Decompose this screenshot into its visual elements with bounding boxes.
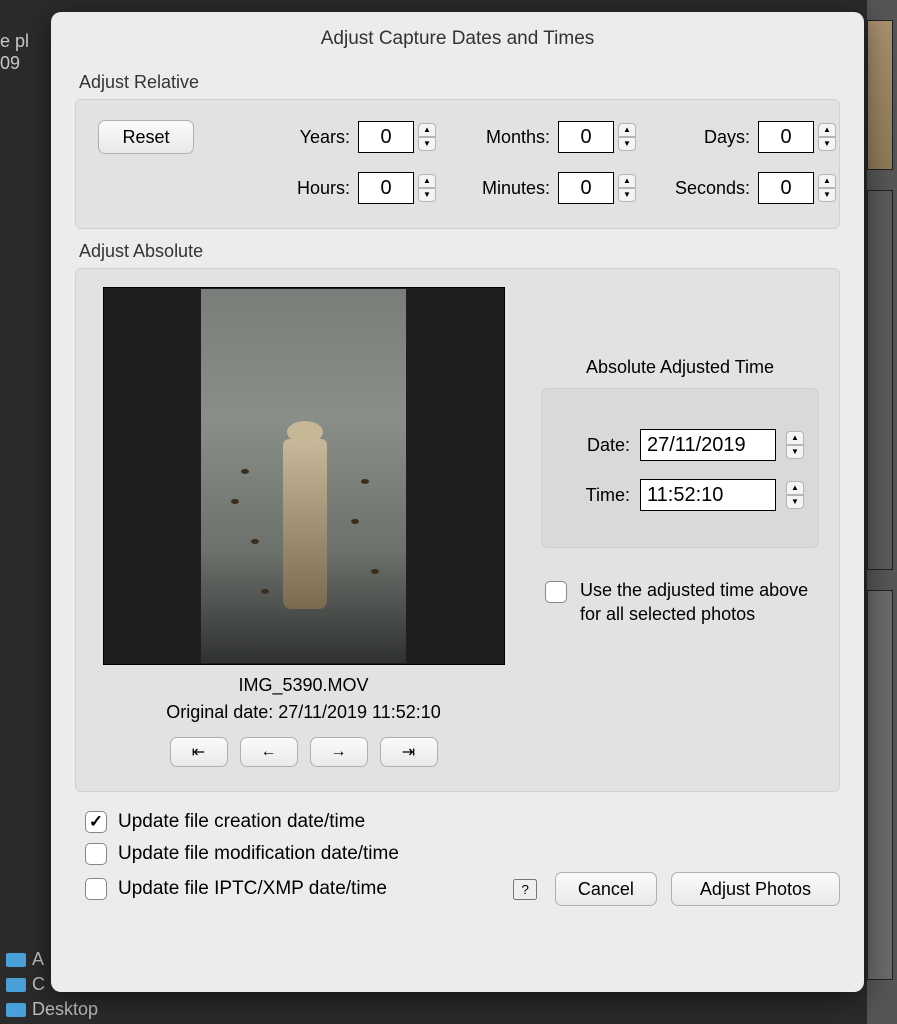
minutes-step-down[interactable]: ▼ [618,188,636,202]
adjust-photos-button[interactable]: Adjust Photos [671,872,840,906]
time-label: Time: [574,485,630,506]
nav-first-button[interactable]: ⇤ [170,737,228,767]
option-iptc-row[interactable]: Update file IPTC/XMP date/time [81,875,387,903]
date-input[interactable] [640,429,776,461]
months-label: Months: [438,127,558,148]
option-iptc-checkbox[interactable] [85,878,107,900]
seconds-input[interactable] [758,172,814,204]
absolute-right: Absolute Adjusted Time Date: ▲ ▼ Time: [541,287,819,767]
help-button[interactable]: ? [513,879,536,900]
option-creation-row[interactable]: Update file creation date/time [81,808,840,836]
date-stepper[interactable]: ▲ ▼ [786,431,804,459]
section-label-absolute: Adjust Absolute [79,241,840,262]
months-step-up[interactable]: ▲ [618,123,636,137]
original-date: Original date: 27/11/2019 11:52:10 [166,702,441,723]
option-creation-checkbox[interactable] [85,811,107,833]
hours-input[interactable] [358,172,414,204]
time-input[interactable] [640,479,776,511]
preview-column: IMG_5390.MOV Original date: 27/11/2019 1… [96,287,511,767]
time-stepper[interactable]: ▲ ▼ [786,481,804,509]
years-step-up[interactable]: ▲ [418,123,436,137]
update-options: Update file creation date/time Update fi… [75,808,840,906]
first-icon: ⇤ [192,742,205,762]
absolute-adjusted-title: Absolute Adjusted Time [541,357,819,378]
time-step-up[interactable]: ▲ [786,481,804,495]
months-step-down[interactable]: ▼ [618,137,636,151]
date-label: Date: [574,435,630,456]
time-step-down[interactable]: ▼ [786,495,804,509]
option-modification-label: Update file modification date/time [118,843,399,865]
minutes-stepper[interactable]: ▲ ▼ [618,174,636,202]
absolute-panel: IMG_5390.MOV Original date: 27/11/2019 1… [75,268,840,792]
bg-text: e pl 09 [0,30,29,74]
dialog-title: Adjust Capture Dates and Times [51,12,864,60]
bg-right-strip [867,0,897,1024]
days-input[interactable] [758,121,814,153]
use-all-checkbox[interactable] [545,581,567,603]
next-icon: → [331,743,347,761]
preview-image [201,289,406,663]
absolute-fields: Date: ▲ ▼ Time: ▲ ▼ [541,388,819,548]
seconds-step-up[interactable]: ▲ [818,174,836,188]
date-step-up[interactable]: ▲ [786,431,804,445]
use-all-row[interactable]: Use the adjusted time above for all sele… [541,578,819,626]
preview-frame [103,287,505,665]
days-stepper[interactable]: ▲ ▼ [818,123,836,151]
seconds-step-down[interactable]: ▼ [818,188,836,202]
preview-nav: ⇤ ← → ⇥ [170,737,438,767]
prev-icon: ← [261,743,277,761]
years-stepper[interactable]: ▲ ▼ [418,123,436,151]
days-step-down[interactable]: ▼ [818,137,836,151]
seconds-label: Seconds: [638,178,758,199]
option-modification-checkbox[interactable] [85,843,107,865]
option-modification-row[interactable]: Update file modification date/time [81,840,840,868]
use-all-label: Use the adjusted time above for all sele… [580,578,819,626]
nav-prev-button[interactable]: ← [240,737,298,767]
cancel-button[interactable]: Cancel [555,872,657,906]
hours-step-down[interactable]: ▼ [418,188,436,202]
years-step-down[interactable]: ▼ [418,137,436,151]
adjust-dates-dialog: Adjust Capture Dates and Times Adjust Re… [51,12,864,992]
minutes-step-up[interactable]: ▲ [618,174,636,188]
years-input[interactable] [358,121,414,153]
months-input[interactable] [558,121,614,153]
days-label: Days: [638,127,758,148]
reset-button[interactable]: Reset [98,120,194,154]
nav-next-button[interactable]: → [310,737,368,767]
section-label-relative: Adjust Relative [79,72,840,93]
months-stepper[interactable]: ▲ ▼ [618,123,636,151]
hours-stepper[interactable]: ▲ ▼ [418,174,436,202]
date-step-down[interactable]: ▼ [786,445,804,459]
days-step-up[interactable]: ▲ [818,123,836,137]
nav-last-button[interactable]: ⇥ [380,737,438,767]
last-icon: ⇥ [402,742,415,762]
hours-step-up[interactable]: ▲ [418,174,436,188]
option-creation-label: Update file creation date/time [118,811,365,833]
preview-filename: IMG_5390.MOV [238,675,368,696]
minutes-label: Minutes: [438,178,558,199]
hours-label: Hours: [238,178,358,199]
minutes-input[interactable] [558,172,614,204]
relative-panel: Reset Years: ▲ ▼ Months: ▲ ▼ Days: [75,99,840,229]
seconds-stepper[interactable]: ▲ ▼ [818,174,836,202]
option-iptc-label: Update file IPTC/XMP date/time [118,878,387,900]
years-label: Years: [238,127,358,148]
